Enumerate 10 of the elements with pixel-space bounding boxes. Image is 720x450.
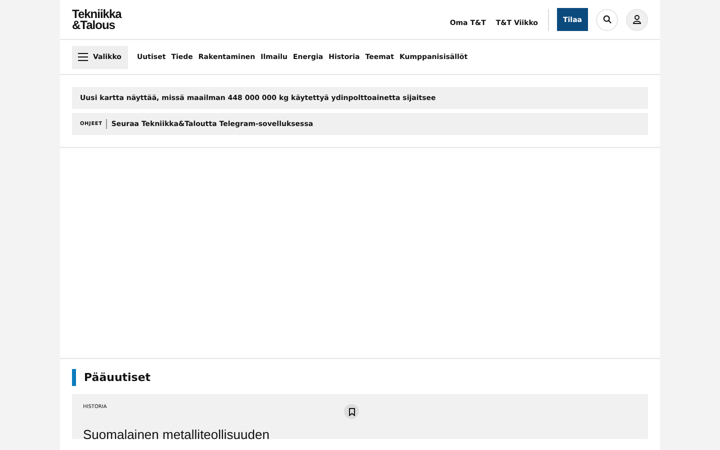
search-icon: [602, 15, 612, 24]
section-title: Pääuutiset: [72, 369, 648, 386]
user-icon: [633, 15, 641, 24]
logo[interactable]: Tekniikka &Talous: [72, 8, 122, 30]
bookmark-icon: [348, 408, 354, 416]
account-button[interactable]: [626, 8, 648, 30]
bookmark-button[interactable]: [344, 404, 359, 419]
menu-icon: [78, 53, 88, 61]
search-button[interactable]: [596, 8, 618, 30]
article-headline[interactable]: Suomalainen metalliteollisuuden: [83, 427, 637, 442]
